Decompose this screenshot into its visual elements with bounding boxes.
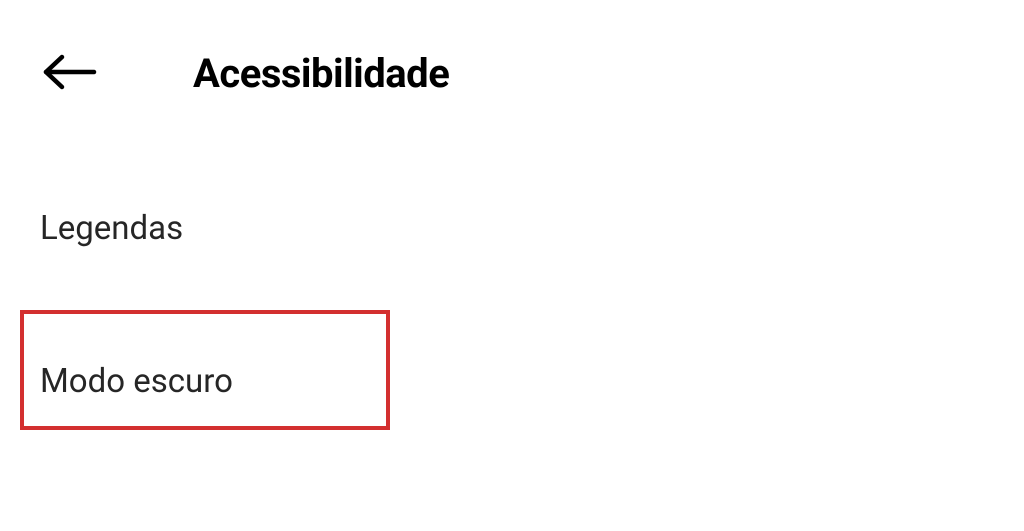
back-button[interactable] (40, 53, 98, 95)
list-item-dark-mode[interactable]: Modo escuro (40, 350, 984, 413)
arrow-left-icon (40, 53, 98, 95)
list-item-captions[interactable]: Legendas (40, 197, 984, 260)
content: Legendas Modo escuro (0, 117, 1024, 413)
header: Acessibilidade (0, 0, 1024, 117)
page-title: Acessibilidade (193, 50, 449, 97)
